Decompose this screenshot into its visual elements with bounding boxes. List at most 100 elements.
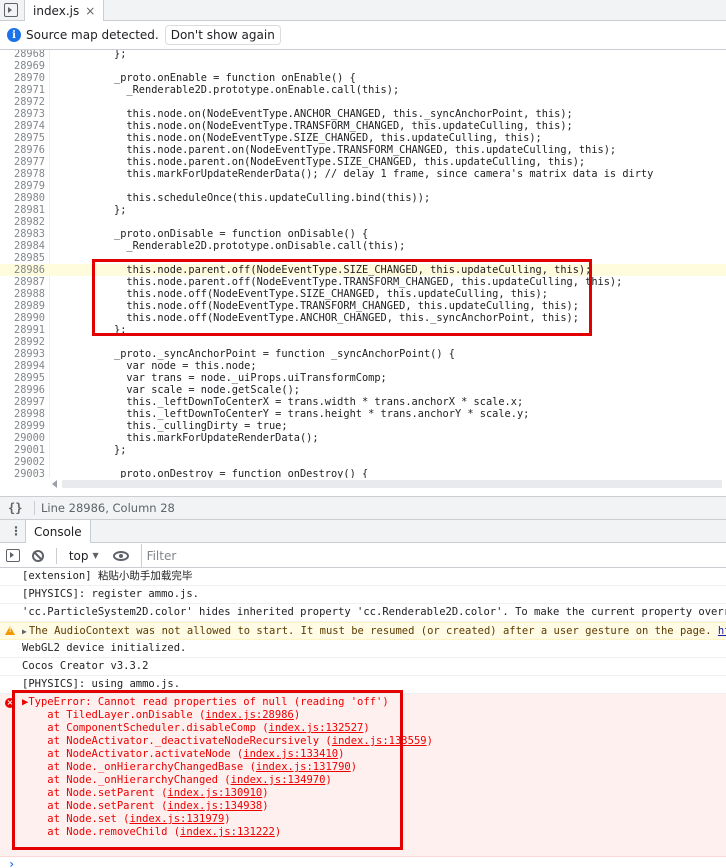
code-line[interactable]: 28975 this.node.on(NodeEventType.SIZE_CH… — [0, 132, 726, 144]
expand-triangle-icon[interactable]: ▶ — [22, 627, 27, 636]
horizontal-scrollbar[interactable] — [50, 478, 726, 490]
line-number[interactable]: 28969 — [0, 60, 45, 72]
code-line[interactable]: 28982 — [0, 216, 726, 228]
code-line[interactable]: 29001 }; — [0, 444, 726, 456]
stack-frame-link[interactable]: index.js:131222 — [180, 826, 275, 838]
more-tools-icon[interactable]: ⋮ — [10, 524, 22, 538]
line-number[interactable]: 28988 — [0, 288, 45, 300]
line-number[interactable]: 28987 — [0, 276, 45, 288]
clear-console-icon[interactable] — [31, 549, 44, 562]
code-line[interactable]: 28980 this.scheduleOnce(this.updateCulli… — [0, 192, 726, 204]
pretty-print-icon[interactable]: {} — [8, 501, 28, 515]
close-icon[interactable]: × — [85, 4, 95, 18]
code-line[interactable]: 28984 _Renderable2D.prototype.onDisable.… — [0, 240, 726, 252]
line-number[interactable]: 28986 — [0, 264, 45, 276]
code-line[interactable]: 28993 _proto._syncAnchorPoint = function… — [0, 348, 726, 360]
code-line[interactable]: 28978 this.markForUpdateRenderData(); //… — [0, 168, 726, 180]
code-line[interactable]: 28979 — [0, 180, 726, 192]
code-line[interactable]: 28991 }; — [0, 324, 726, 336]
stack-frame-link[interactable]: index.js:133559 — [332, 735, 427, 747]
code-line[interactable]: 28992 — [0, 336, 726, 348]
code-line[interactable]: 28998 this._leftDownToCenterY = trans.he… — [0, 408, 726, 420]
log-message[interactable]: WebGL2 device initialized. — [0, 640, 726, 658]
stack-frame-link[interactable]: index.js:132527 — [269, 722, 364, 734]
log-message[interactable]: [PHYSICS]: register ammo.js. — [0, 586, 726, 604]
line-number[interactable]: 29002 — [0, 456, 45, 468]
log-message[interactable]: [PHYSICS]: using ammo.js. — [0, 676, 726, 694]
line-number[interactable]: 28997 — [0, 396, 45, 408]
line-number[interactable]: 28973 — [0, 108, 45, 120]
log-message[interactable]: [extension] 粘贴小助手加载完毕 — [0, 568, 726, 586]
code-line[interactable]: 29000 this.markForUpdateRenderData(); — [0, 432, 726, 444]
line-number[interactable]: 28970 — [0, 72, 45, 84]
scroll-left-icon[interactable] — [52, 480, 57, 488]
code-line[interactable]: 28971 _Renderable2D.prototype.onEnable.c… — [0, 84, 726, 96]
line-number[interactable]: 28999 — [0, 420, 45, 432]
code-line[interactable]: 28994 var node = this.node; — [0, 360, 726, 372]
code-line[interactable]: 29003 _proto.onDestroy = function onDest… — [0, 468, 726, 478]
line-number[interactable]: 28984 — [0, 240, 45, 252]
line-number[interactable]: 29003 — [0, 468, 45, 478]
code-line[interactable]: 28981 }; — [0, 204, 726, 216]
filter-input[interactable]: Filter — [140, 543, 726, 568]
line-number[interactable]: 28979 — [0, 180, 45, 192]
stack-frame-link[interactable]: index.js:134938 — [167, 800, 262, 812]
line-number[interactable]: 28994 — [0, 360, 45, 372]
context-selector[interactable]: top ▼ — [69, 549, 99, 563]
error-message[interactable]: × ▶TypeError: Cannot read properties of … — [0, 693, 726, 857]
line-number[interactable]: 28991 — [0, 324, 45, 336]
line-number[interactable]: 28995 — [0, 372, 45, 384]
code-line[interactable]: 28986 this.node.parent.off(NodeEventType… — [0, 264, 726, 276]
message-link[interactable]: https:// — [718, 625, 726, 637]
warning-message[interactable]: ▶The AudioContext was not allowed to sta… — [0, 622, 726, 640]
line-number[interactable]: 28992 — [0, 336, 45, 348]
line-number[interactable]: 28976 — [0, 144, 45, 156]
line-number[interactable]: 28977 — [0, 156, 45, 168]
code-line[interactable]: 28973 this.node.on(NodeEventType.ANCHOR_… — [0, 108, 726, 120]
line-number[interactable]: 28972 — [0, 96, 45, 108]
line-number[interactable]: 28974 — [0, 120, 45, 132]
line-number[interactable]: 28968 — [0, 50, 45, 60]
line-number[interactable]: 28981 — [0, 204, 45, 216]
line-number[interactable]: 28983 — [0, 228, 45, 240]
code-line[interactable]: 28995 var trans = node._uiProps.uiTransf… — [0, 372, 726, 384]
code-line[interactable]: 28997 this._leftDownToCenterX = trans.wi… — [0, 396, 726, 408]
stack-frame-link[interactable]: index.js:134970 — [231, 774, 326, 786]
code-line[interactable]: 28988 this.node.off(NodeEventType.SIZE_C… — [0, 288, 726, 300]
log-message[interactable]: Cocos Creator v3.3.2 — [0, 658, 726, 676]
stack-frame-link[interactable]: index.js:131790 — [256, 761, 351, 773]
code-line[interactable]: 28970 _proto.onEnable = function onEnabl… — [0, 72, 726, 84]
line-number[interactable]: 28971 — [0, 84, 45, 96]
dont-show-again-button[interactable]: Don't show again — [164, 25, 281, 45]
line-number[interactable]: 28980 — [0, 192, 45, 204]
stack-frame-link[interactable]: index.js:133410 — [243, 748, 338, 760]
code-line[interactable]: 28996 var scale = node.getScale(); — [0, 384, 726, 396]
stack-frame-link[interactable]: index.js:130910 — [167, 787, 262, 799]
line-number[interactable]: 28978 — [0, 168, 45, 180]
line-number[interactable]: 29001 — [0, 444, 45, 456]
line-number[interactable]: 28996 — [0, 384, 45, 396]
code-line[interactable]: 28987 this.node.parent.off(NodeEventType… — [0, 276, 726, 288]
tab-console[interactable]: Console — [25, 520, 91, 543]
stack-frame-link[interactable]: index.js:28986 — [205, 709, 294, 721]
code-line[interactable]: 28990 this.node.off(NodeEventType.ANCHOR… — [0, 312, 726, 324]
line-number[interactable]: 28989 — [0, 300, 45, 312]
line-number[interactable]: 28975 — [0, 132, 45, 144]
stack-frame-link[interactable]: index.js:131979 — [129, 813, 224, 825]
code-line[interactable]: 28974 this.node.on(NodeEventType.TRANSFO… — [0, 120, 726, 132]
code-line[interactable]: 28985 — [0, 252, 726, 264]
log-message[interactable]: 'cc.ParticleSystem2D.color' hides inheri… — [0, 604, 726, 622]
console-prompt[interactable]: › — [8, 857, 15, 868]
line-number[interactable]: 29000 — [0, 432, 45, 444]
code-line[interactable]: 28983 _proto.onDisable = function onDisa… — [0, 228, 726, 240]
line-number[interactable]: 28998 — [0, 408, 45, 420]
live-expression-eye-icon[interactable] — [112, 550, 129, 561]
line-number[interactable]: 28993 — [0, 348, 45, 360]
code-line[interactable]: 28976 this.node.parent.on(NodeEventType.… — [0, 144, 726, 156]
code-line[interactable]: 28972 — [0, 96, 726, 108]
line-number[interactable]: 28990 — [0, 312, 45, 324]
scrollbar-thumb[interactable] — [62, 480, 722, 488]
code-line[interactable]: 28999 this._cullingDirty = true; — [0, 420, 726, 432]
source-editor[interactable]: 28968 }; 28969 28970 _proto.onEnable = fun… — [0, 50, 726, 478]
code-line[interactable]: 28968 }; — [0, 50, 726, 60]
